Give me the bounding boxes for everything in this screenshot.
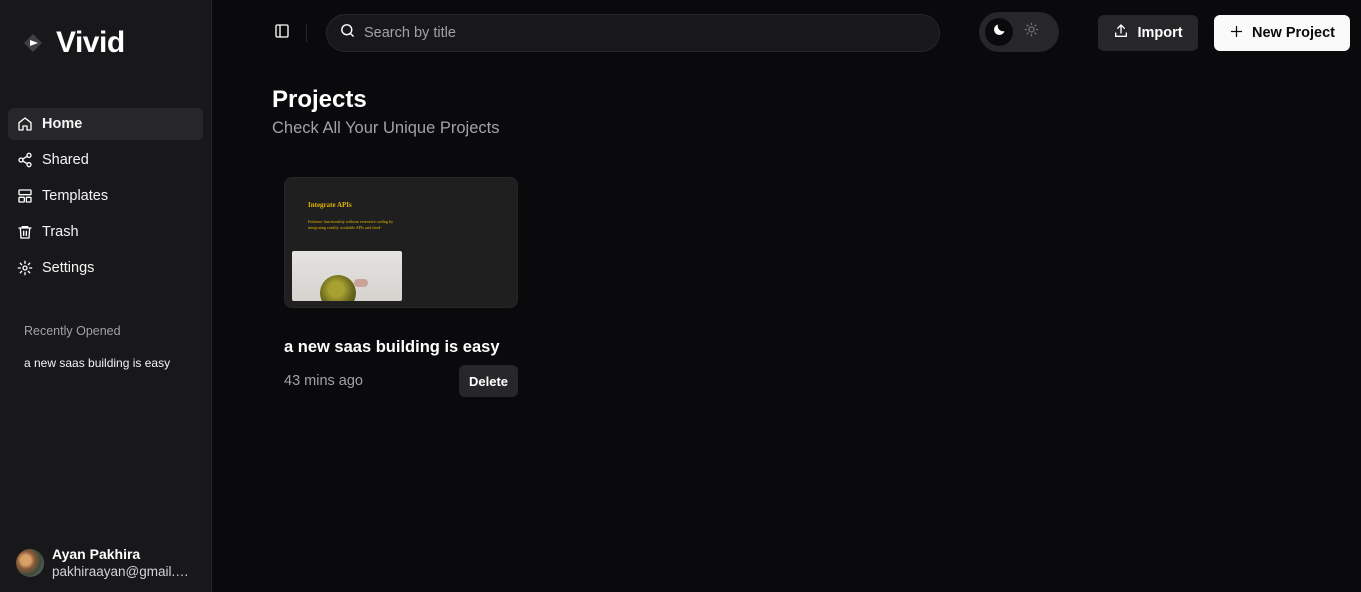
user-text: Ayan Pakhira pakhiraayan@gmail.com (52, 546, 194, 580)
user-email: pakhiraayan@gmail.com (52, 564, 194, 579)
panel-left-icon (274, 23, 290, 44)
project-meta: 43 mins ago Delete (284, 365, 518, 397)
sidebar-item-label: Trash (42, 224, 79, 240)
project-time: 43 mins ago (284, 373, 363, 389)
thumbnail-image (292, 251, 402, 301)
sidebar-item-label: Settings (42, 260, 95, 276)
page-subtitle: Check All Your Unique Projects (272, 119, 500, 137)
vivid-logo-icon (22, 32, 44, 54)
thumbnail-sphere (320, 275, 356, 301)
sidebar-item-label: Home (42, 116, 83, 132)
sidebar-item-trash[interactable]: Trash (8, 216, 203, 248)
sidebar-item-label: Shared (42, 152, 89, 168)
project-title[interactable]: a new saas building is easy (284, 338, 518, 357)
toolbar-divider (306, 24, 307, 42)
layout-icon (17, 188, 33, 204)
moon-icon (992, 22, 1007, 42)
new-project-button[interactable]: New Project (1214, 15, 1350, 51)
brand[interactable]: Vivid (22, 26, 125, 60)
sidebar-item-home[interactable]: Home (8, 108, 203, 140)
share-icon (17, 152, 33, 168)
project-thumbnail[interactable]: Integrate APIs Enhance functionality wit… (284, 177, 518, 308)
search-input[interactable] (364, 25, 904, 41)
sun-icon (1024, 22, 1039, 42)
user-profile[interactable]: Ayan Pakhira pakhiraayan@gmail.com (16, 546, 194, 580)
sidebar-nav: Home Shared Templates Trash Settings (8, 108, 203, 288)
gear-icon (17, 260, 33, 276)
project-card[interactable]: Integrate APIs Enhance functionality wit… (284, 177, 518, 397)
brand-name: Vivid (56, 26, 125, 59)
plus-icon (1229, 24, 1244, 43)
import-label: Import (1137, 25, 1183, 41)
app-root: Vivid Home Shared Templates Trash Settin… (0, 0, 1361, 592)
sidebar: Vivid Home Shared Templates Trash Settin… (0, 0, 212, 592)
sidebar-item-templates[interactable]: Templates (8, 180, 203, 212)
thumbnail-heading: Integrate APIs (308, 201, 352, 209)
new-project-label: New Project (1252, 25, 1335, 41)
light-theme-option[interactable] (1017, 18, 1045, 46)
thumbnail-hand (354, 279, 368, 287)
recently-opened-heading: Recently Opened (24, 324, 121, 338)
search-icon (339, 22, 356, 44)
sidebar-item-settings[interactable]: Settings (8, 252, 203, 284)
sidebar-item-shared[interactable]: Shared (8, 144, 203, 176)
user-name: Ayan Pakhira (52, 546, 141, 562)
thumbnail-text: Enhance functionality without extensive … (308, 219, 394, 230)
upload-icon (1113, 23, 1129, 43)
delete-button[interactable]: Delete (459, 365, 518, 397)
avatar (16, 549, 44, 577)
dark-theme-option[interactable] (985, 18, 1013, 46)
home-icon (17, 116, 33, 132)
sidebar-item-label: Templates (42, 188, 109, 204)
search-bar[interactable] (326, 14, 940, 52)
theme-toggle[interactable] (979, 12, 1059, 52)
page-title: Projects (272, 86, 367, 113)
sidebar-toggle-button[interactable] (272, 23, 292, 44)
import-button[interactable]: Import (1098, 15, 1198, 51)
trash-icon (17, 224, 33, 240)
recent-item[interactable]: a new saas building is easy (24, 356, 170, 370)
